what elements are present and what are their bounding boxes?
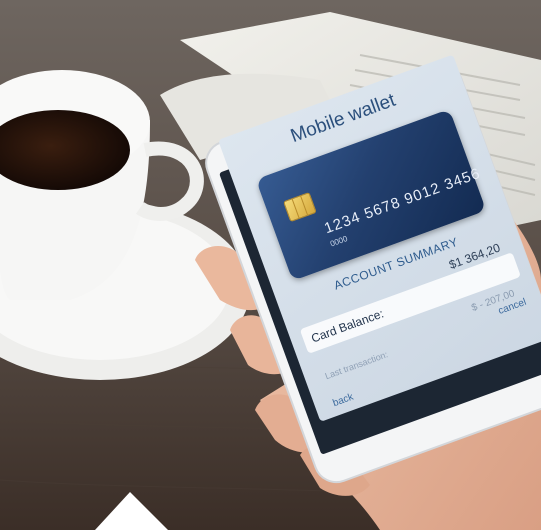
back-button[interactable]: back [331,392,355,410]
card-number: 1234 5678 9012 3456 [322,164,483,238]
chip-icon [282,191,317,223]
photo-scene: Mobile wallet 1234 5678 9012 3456 0000 A… [0,0,541,530]
card-balance-label: Card Balance: [309,306,386,346]
last-transaction-label: Last transaction: [323,349,390,382]
card-small-text: 0000 [328,234,349,249]
